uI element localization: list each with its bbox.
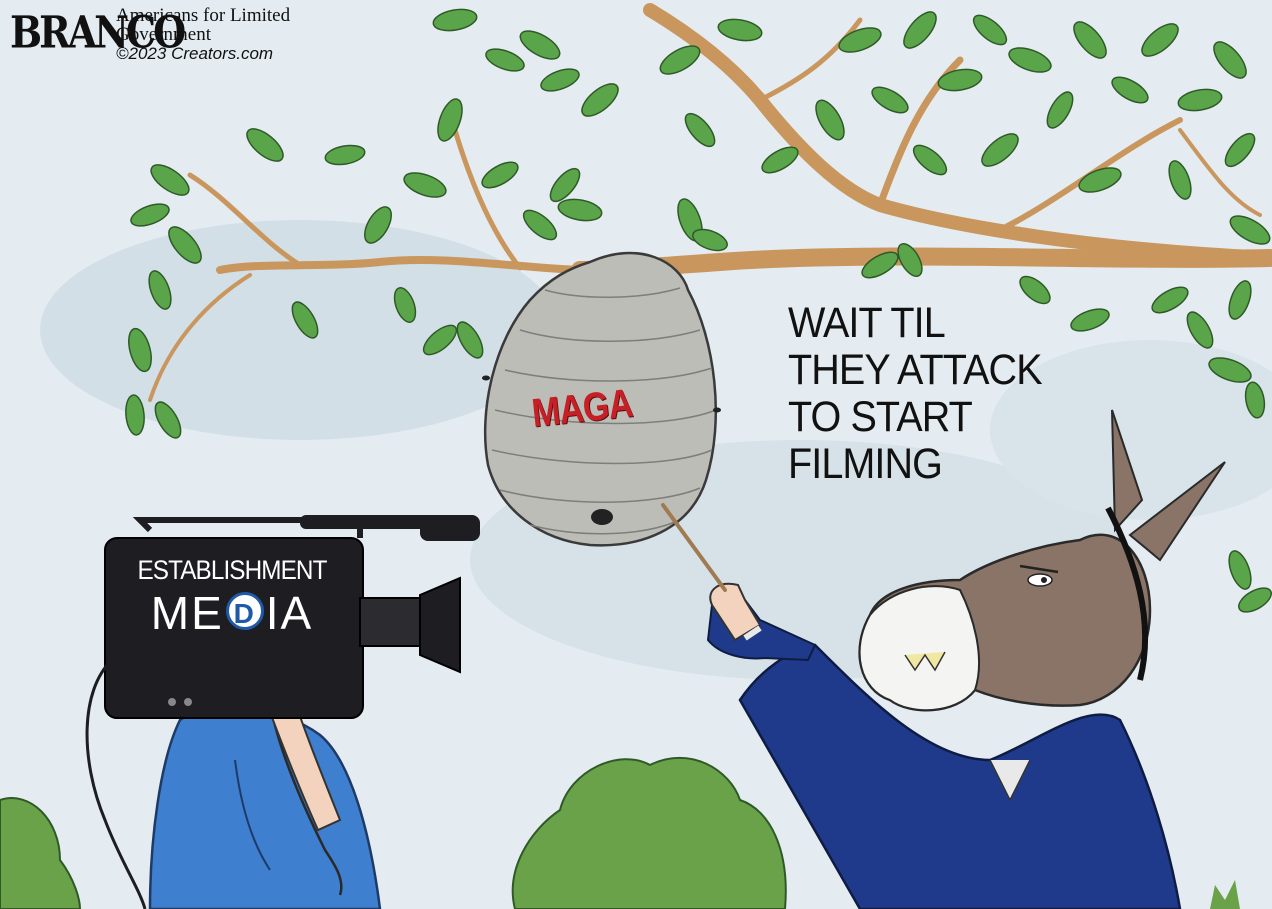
copyright-line: ©2023 Creators.com [116, 44, 274, 63]
speech-line: TO START [788, 393, 973, 441]
credit-line: Government [116, 24, 211, 45]
cartoon-canvas: BRANCO Americans for Limited Government … [0, 0, 1272, 909]
camera-label: ESTABLISHMENT ME D IA [112, 555, 352, 640]
democratic-d-logo-icon: D [225, 592, 264, 630]
camera-label-line2: ME D IA [112, 586, 352, 640]
camera-label-line1: ESTABLISHMENT [137, 555, 327, 585]
speech-line: THEY ATTACK [788, 346, 1043, 394]
nest-opening [591, 509, 613, 525]
speech-line: FILMING [788, 440, 943, 488]
camera-label-part: IA [265, 587, 314, 639]
credit-block: Americans for Limited Government ©2023 C… [116, 6, 290, 63]
camera-label-part: ME [150, 587, 224, 639]
speech-text: WAIT TIL THEY ATTACK TO START FILMING [788, 299, 1043, 488]
credit-line: Americans for Limited [116, 5, 291, 26]
speech-line: WAIT TIL [788, 299, 946, 347]
cartoon-illustration [0, 0, 1272, 909]
